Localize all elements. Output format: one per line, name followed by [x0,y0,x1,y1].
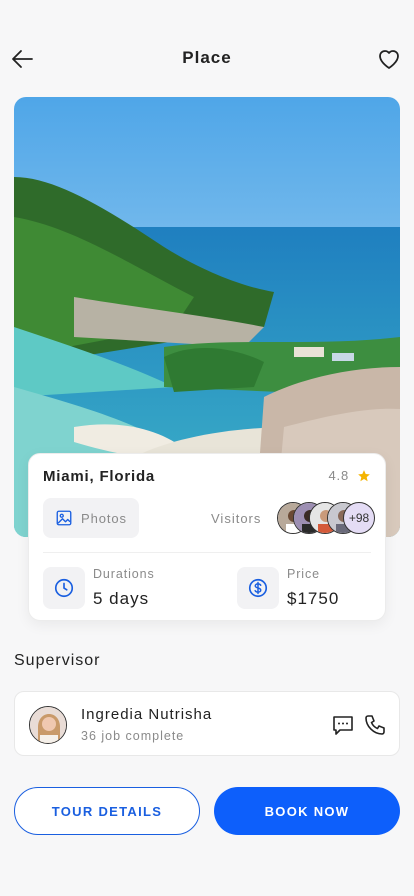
place-rating: 4.8 [329,468,371,483]
place-location: Miami, Florida [43,468,156,485]
durations-value: 5 days [93,589,150,608]
rating-value: 4.8 [328,468,349,483]
chat-icon [333,716,353,735]
phone-icon [365,715,385,735]
dollar-icon [248,578,268,598]
visitors-more-badge: +98 [343,502,375,534]
divider [43,552,371,553]
price-value: $1750 [287,589,340,608]
clock-icon-box [43,567,85,609]
supervisor-avatar [29,706,67,744]
supervisor-jobs: 36 job complete [81,729,185,743]
star-icon [358,469,370,481]
visitor-avatars[interactable]: +98 [277,502,377,534]
place-info-card: Miami, Florida 4.8 Photos Visitors +98 D… [28,453,386,621]
supervisor-card[interactable]: Ingredia Nutrisha 36 job complete [14,691,400,756]
image-icon [56,510,72,526]
dollar-icon-box [237,567,279,609]
message-button[interactable] [331,713,355,737]
call-button[interactable] [363,713,387,737]
supervisor-section-title: Supervisor [14,652,101,669]
price-label: Price [287,567,320,581]
page-title: Place [182,48,232,67]
book-now-button[interactable]: BOOK NOW [214,787,400,835]
photos-label: Photos [81,510,127,526]
heart-outline-icon [379,50,399,69]
favorite-button[interactable] [376,46,402,72]
photos-button[interactable]: Photos [43,498,139,538]
top-bar: Place [0,36,414,80]
clock-icon [54,578,74,598]
visitors-label: Visitors [211,511,262,526]
durations-label: Durations [93,567,155,581]
supervisor-name: Ingredia Nutrisha [81,706,213,723]
tour-details-button[interactable]: TOUR DETAILS [14,787,200,835]
